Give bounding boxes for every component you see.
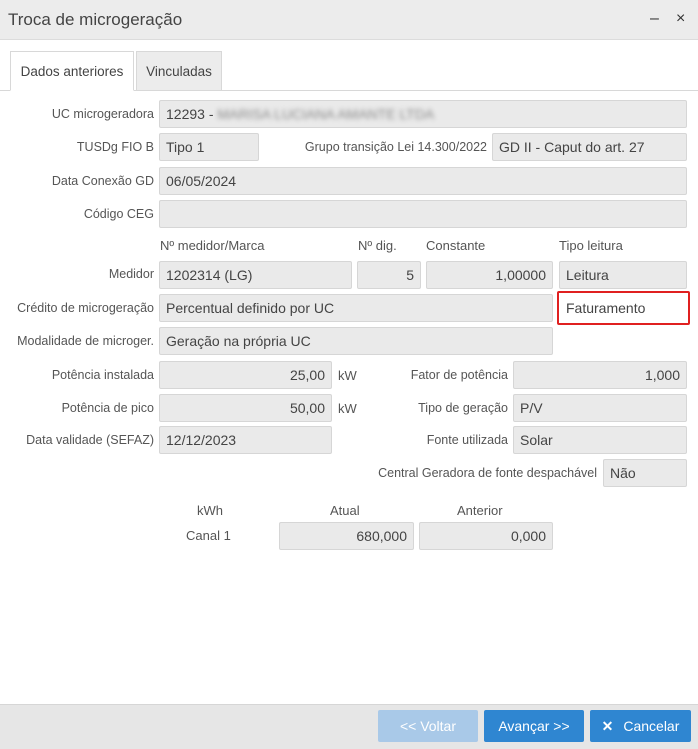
constante-header: Constante: [426, 238, 486, 253]
grupo-transicao-field: GD II - Caput do art. 27: [492, 133, 687, 161]
tusdg-fio-b-label: TUSDg FIO B: [76, 140, 154, 154]
modalidade-field: Geração na própria UC: [159, 327, 553, 355]
potencia-instalada-field: 25,00: [159, 361, 332, 389]
modalidade-label: Modalidade de microger.: [17, 334, 154, 348]
grupo-transicao-label: Grupo transição Lei 14.300/2022: [304, 140, 487, 154]
credito-microgeracao-label: Crédito de microgeração: [17, 301, 154, 315]
constante-field: 1,00000: [426, 261, 553, 289]
uc-separator: -: [208, 106, 214, 122]
num-digitos-field: 5: [357, 261, 421, 289]
fonte-utilizada-label: Fonte utilizada: [426, 433, 508, 447]
uc-name-redacted: MARISA LUCIANA AMANTE LTDA: [217, 106, 435, 122]
data-validade-field: 12/12/2023: [159, 426, 332, 454]
potencia-instalada-unit: kW: [338, 368, 357, 383]
cancel-label: Cancelar: [623, 718, 680, 734]
next-button[interactable]: Avançar >>: [484, 710, 584, 742]
fonte-utilizada-field: Solar: [513, 426, 687, 454]
potencia-pico-label: Potência de pico: [61, 401, 154, 415]
potencia-pico-unit: kW: [338, 401, 357, 416]
title-bar: Troca de microgeração – ×: [0, 0, 698, 40]
data-conexao-field: 06/05/2024: [159, 167, 687, 195]
tab-vinculadas[interactable]: Vinculadas: [136, 51, 222, 91]
potencia-instalada-label: Potência instalada: [51, 368, 154, 382]
back-button[interactable]: << Voltar: [378, 710, 478, 742]
data-conexao-label: Data Conexão GD: [51, 174, 154, 188]
medidor-field: 1202314 (LG): [159, 261, 352, 289]
medidor-marca-header: Nº medidor/Marca: [160, 238, 265, 253]
canal-label: Canal 1: [186, 528, 231, 543]
canal-atual-field: 680,000: [279, 522, 414, 550]
data-validade-label: Data validade (SEFAZ): [26, 433, 154, 447]
close-icon: ✕: [601, 718, 614, 734]
tab-dados-anteriores[interactable]: Dados anteriores: [10, 51, 134, 91]
close-icon[interactable]: ×: [676, 9, 685, 29]
medidor-label: Medidor: [108, 267, 154, 281]
tipo-leitura-field: Leitura: [559, 261, 687, 289]
atual-header: Atual: [330, 503, 360, 518]
fator-potencia-label: Fator de potência: [410, 368, 508, 382]
anterior-header: Anterior: [457, 503, 503, 518]
tipo-geracao-field: P/V: [513, 394, 687, 422]
uc-microgeradora-label: UC microgeradora: [51, 107, 154, 121]
kwh-header: kWh: [197, 503, 223, 518]
canal-anterior-field: 0,000: [419, 522, 553, 550]
minimize-icon[interactable]: –: [650, 9, 659, 29]
tusdg-fio-b-field: Tipo 1: [159, 133, 259, 161]
tipo-geracao-label: Tipo de geração: [418, 401, 508, 415]
cancel-button[interactable]: ✕ Cancelar: [590, 710, 691, 742]
tipo-leitura-header: Tipo leitura: [559, 238, 623, 253]
central-geradora-field: Não: [603, 459, 687, 487]
credito-microgeracao-field: Percentual definido por UC: [159, 294, 553, 322]
central-geradora-label: Central Geradora de fonte despachável: [378, 466, 597, 480]
uc-code: 12293: [166, 106, 205, 122]
codigo-ceg-field: [159, 200, 687, 228]
fator-potencia-field: 1,000: [513, 361, 687, 389]
window-title: Troca de microgeração: [8, 10, 183, 29]
uc-microgeradora-field: 12293 - MARISA LUCIANA AMANTE LTDA: [159, 100, 687, 128]
num-digitos-header: Nº dig.: [358, 238, 397, 253]
potencia-pico-field: 50,00: [159, 394, 332, 422]
codigo-ceg-label: Código CEG: [83, 207, 154, 221]
faturamento-field-highlighted: Faturamento: [557, 291, 690, 325]
